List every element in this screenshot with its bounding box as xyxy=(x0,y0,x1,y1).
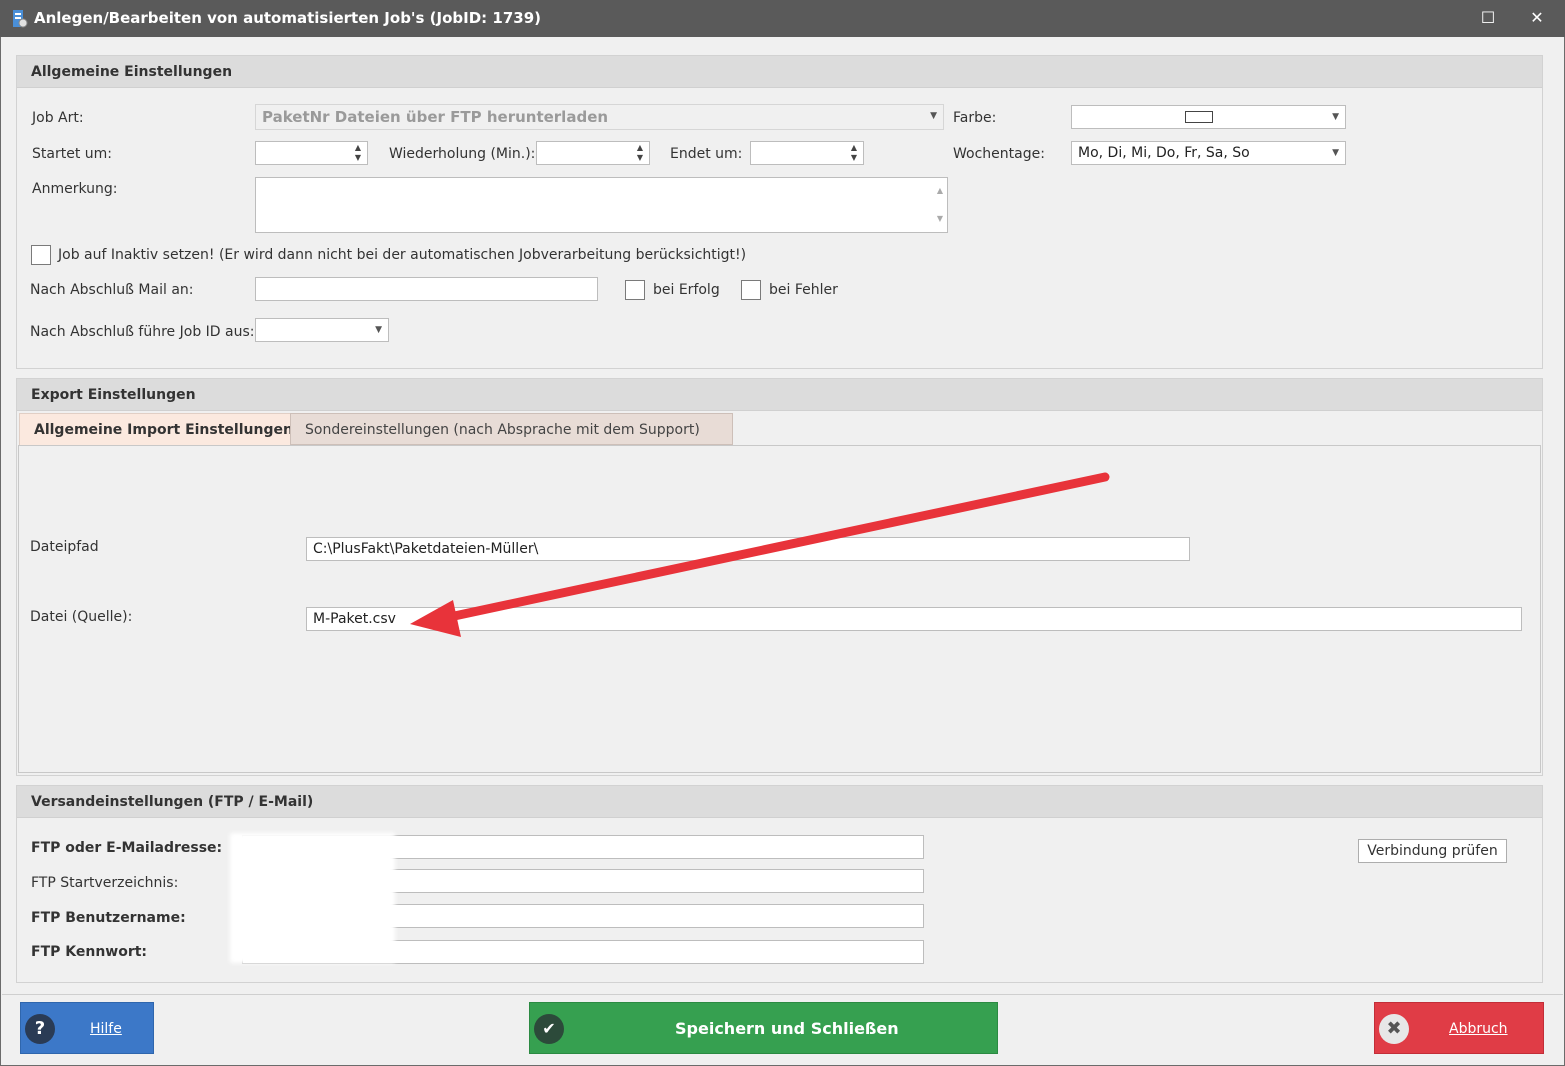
color-swatch xyxy=(1185,111,1213,123)
chevron-down-icon: ▼ xyxy=(1332,148,1339,158)
chevron-down-icon: ▼ xyxy=(930,111,937,121)
spinner-icon[interactable]: ▲ ▼ xyxy=(849,143,859,163)
bei-fehler-checkbox[interactable] xyxy=(741,280,761,300)
dateipfad-input[interactable]: C:\PlusFakt\Paketdateien-Müller\ xyxy=(306,537,1190,561)
hilfe-button[interactable]: ? Hilfe xyxy=(20,1002,154,1054)
ftp-address-label: FTP oder E-Mailadresse: xyxy=(31,840,223,856)
mail-input[interactable] xyxy=(255,277,598,301)
farbe-label: Farbe: xyxy=(953,110,997,126)
ftp-start-label: FTP Startverzeichnis: xyxy=(31,875,179,891)
close-x-icon: ✖ xyxy=(1379,1014,1409,1044)
endet-label: Endet um: xyxy=(670,146,743,162)
abbruch-button[interactable]: ✖ Abbruch xyxy=(1374,1002,1544,1054)
scroll-up-icon[interactable]: ▲ xyxy=(937,180,943,202)
spinner-icon[interactable]: ▲ ▼ xyxy=(635,143,645,163)
farbe-combo[interactable]: ▼ xyxy=(1071,105,1346,129)
wochentage-label: Wochentage: xyxy=(953,146,1045,162)
wiederholung-label: Wiederholung (Min.): xyxy=(389,146,536,162)
chevron-down-icon: ▼ xyxy=(375,325,382,335)
datei-value: M-Paket.csv xyxy=(313,611,396,627)
close-button[interactable]: ✕ xyxy=(1514,6,1560,30)
bei-erfolg-checkbox[interactable] xyxy=(625,280,645,300)
app-icon xyxy=(13,10,28,28)
dateipfad-label: Dateipfad xyxy=(30,539,99,555)
window-title: Anlegen/Bearbeiten von automatisierten J… xyxy=(34,9,542,27)
anmerkung-label: Anmerkung: xyxy=(32,181,118,197)
footer-divider xyxy=(2,994,1563,995)
endet-input[interactable]: ▲ ▼ xyxy=(750,141,864,165)
inaktiv-label: Job auf Inaktiv setzen! (Er wird dann ni… xyxy=(58,247,747,263)
ftp-password-label: FTP Kennwort: xyxy=(31,944,148,960)
bei-erfolg-label: bei Erfolg xyxy=(653,282,720,298)
ftp-user-label: FTP Benutzername: xyxy=(31,910,186,926)
abbruch-label: Abbruch xyxy=(1449,1021,1508,1037)
mail-label: Nach Abschluß Mail an: xyxy=(30,282,194,298)
tab-sondereinstellungen[interactable]: Sondereinstellungen (nach Absprache mit … xyxy=(290,413,733,445)
datei-label: Datei (Quelle): xyxy=(30,609,133,625)
next-job-label: Nach Abschluß führe Job ID aus: xyxy=(30,324,255,340)
datei-input[interactable]: M-Paket.csv xyxy=(306,607,1522,631)
startet-input[interactable]: ▲ ▼ xyxy=(255,141,368,165)
next-job-combo[interactable]: ▼ xyxy=(255,318,389,342)
chevron-down-icon: ▼ xyxy=(1332,112,1339,122)
general-settings-header: Allgemeine Einstellungen xyxy=(17,56,1542,88)
job-art-label: Job Art: xyxy=(32,110,84,126)
verbindung-pruefen-button[interactable]: Verbindung prüfen xyxy=(1358,839,1507,863)
job-art-combo: PaketNr Dateien über FTP herunterladen ▼ xyxy=(255,104,944,130)
hilfe-label: Hilfe xyxy=(90,1021,122,1037)
anmerkung-textarea[interactable]: ▲ ▼ xyxy=(255,177,948,233)
title-bar: Anlegen/Bearbeiten von automatisierten J… xyxy=(0,0,1565,37)
dateipfad-value: C:\PlusFakt\Paketdateien-Müller\ xyxy=(313,541,539,557)
scroll-down-icon[interactable]: ▼ xyxy=(937,208,943,230)
question-icon: ? xyxy=(25,1014,55,1044)
checkmark-icon: ✔ xyxy=(534,1014,564,1044)
wiederholung-input[interactable]: ▲ ▼ xyxy=(536,141,650,165)
inaktiv-checkbox[interactable] xyxy=(31,245,51,265)
speichern-label: Speichern und Schließen xyxy=(675,1019,899,1038)
bei-fehler-label: bei Fehler xyxy=(769,282,838,298)
job-art-value: PaketNr Dateien über FTP herunterladen xyxy=(262,108,609,126)
export-settings-header: Export Einstellungen xyxy=(17,379,1542,411)
redaction-blur xyxy=(230,833,395,963)
spinner-icon[interactable]: ▲ ▼ xyxy=(353,143,363,163)
speichern-button[interactable]: ✔ Speichern und Schließen xyxy=(529,1002,998,1054)
startet-label: Startet um: xyxy=(32,146,112,162)
tab-allgemeine-import[interactable]: Allgemeine Import Einstellungen xyxy=(19,413,293,445)
wochentage-value: Mo, Di, Mi, Do, Fr, Sa, So xyxy=(1078,145,1250,161)
wochentage-combo[interactable]: Mo, Di, Mi, Do, Fr, Sa, So ▼ xyxy=(1071,141,1346,165)
maximize-button[interactable]: ☐ xyxy=(1465,6,1511,30)
versand-settings-header: Versandeinstellungen (FTP / E-Mail) xyxy=(17,786,1542,818)
